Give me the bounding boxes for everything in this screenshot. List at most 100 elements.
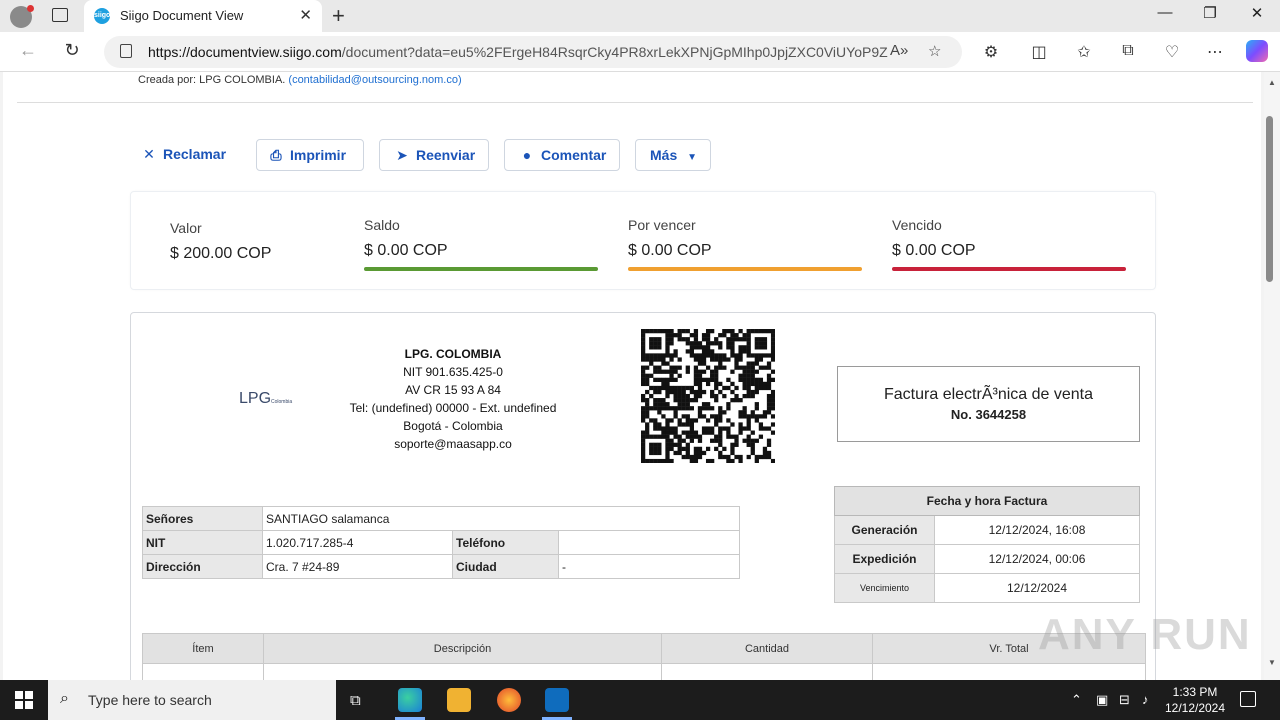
saldo-bar: [364, 267, 598, 271]
performance-icon[interactable]: ♡: [1161, 42, 1183, 62]
document-page: Creada por: LPG COLOMBIA. (contabilidad@…: [3, 72, 1261, 680]
tab-title: Siigo Document View: [120, 8, 244, 23]
reenviar-button[interactable]: ➤ Reenviar: [379, 139, 489, 171]
table-row: Generación 12/12/2024, 16:08: [834, 515, 1140, 545]
task-view-icon[interactable]: ⧉: [350, 692, 361, 709]
close-window-icon[interactable]: ✕: [1247, 4, 1267, 22]
taskbar-clock[interactable]: 1:33 PM 12/12/2024: [1160, 684, 1230, 716]
file-explorer-icon[interactable]: [447, 688, 471, 712]
vencimiento-label: Vencimiento: [834, 573, 935, 603]
send-icon: ➤: [396, 147, 408, 163]
tab-close-icon[interactable]: ✕: [299, 6, 312, 24]
company-name: LPG. COLOMBIA: [404, 347, 502, 361]
show-hidden-icons-icon[interactable]: ⌃: [1071, 692, 1082, 708]
read-aloud-icon[interactable]: A»: [890, 42, 908, 59]
maximize-icon[interactable]: ❐: [1200, 4, 1220, 22]
extensions-icon[interactable]: ⚙: [980, 42, 1002, 62]
outlook-icon[interactable]: [545, 688, 569, 712]
telefono-value: [558, 530, 740, 555]
por-vencer-label: Por vencer: [628, 217, 696, 233]
lock-icon[interactable]: [120, 44, 132, 58]
windows-taskbar: ⌕ Type here to search ⧉ ⌃ ▣ ⊟ ♪ 1:33 PM …: [0, 680, 1280, 720]
imprimir-button[interactable]: ⎙ Imprimir: [256, 139, 364, 171]
back-icon[interactable]: ←: [16, 40, 40, 61]
senores-value: SANTIAGO salamanca: [262, 506, 740, 531]
minimize-icon[interactable]: —: [1155, 4, 1175, 21]
more-menu-icon[interactable]: ⋯: [1204, 42, 1226, 62]
nit-value: 1.020.717.285-4: [262, 530, 453, 555]
direccion-label: Dirección: [142, 554, 263, 579]
split-screen-icon[interactable]: ◫: [1028, 42, 1050, 62]
url-text[interactable]: https://documentview.siigo.com/document?…: [148, 44, 888, 60]
qr-code: [641, 329, 775, 463]
favorite-star-icon[interactable]: ☆: [928, 42, 941, 60]
vencimiento-value: 12/12/2024: [934, 573, 1140, 603]
new-tab-icon[interactable]: +: [332, 3, 345, 29]
volume-icon[interactable]: ♪: [1142, 692, 1149, 707]
favorites-icon[interactable]: ✩: [1073, 42, 1095, 62]
scroll-up-icon[interactable]: ▲: [1264, 78, 1280, 87]
table-row: Expedición 12/12/2024, 00:06: [834, 544, 1140, 574]
clock-date: 12/12/2024: [1164, 701, 1226, 715]
por-vencer-bar: [628, 267, 862, 271]
mas-dropdown-button[interactable]: Más ▼: [635, 139, 711, 171]
por-vencer-amount: $ 0.00 COP: [628, 242, 712, 259]
tab-actions-icon[interactable]: [52, 8, 68, 22]
table-row: [142, 663, 1146, 680]
comentar-button[interactable]: ● Comentar: [504, 139, 620, 171]
reclamar-button[interactable]: ✕ Reclamar: [141, 139, 235, 171]
ciudad-value: -: [558, 554, 740, 579]
telefono-label: Teléfono: [452, 530, 559, 555]
ciudad-label: Ciudad: [452, 554, 559, 579]
browser-tab[interactable]: siigo Siigo Document View ✕: [84, 0, 322, 32]
item-column-header: Ítem: [142, 633, 264, 664]
windows-start-icon[interactable]: [15, 691, 33, 709]
chevron-down-icon: ▼: [687, 152, 698, 163]
refresh-icon[interactable]: ↻: [60, 40, 84, 61]
navigation-bar: ← ↻ https://documentview.siigo.com/docum…: [0, 32, 1280, 72]
document-type-box: Factura electrÃ³nica de venta No. 364425…: [837, 366, 1140, 442]
anyrun-watermark: ANY RUN: [1038, 610, 1252, 659]
scrollbar-thumb[interactable]: [1266, 116, 1273, 282]
siigo-favicon-icon: siigo: [94, 8, 110, 24]
company-logo: LPGColombia: [239, 390, 293, 407]
expedicion-value: 12/12/2024, 00:06: [934, 544, 1140, 574]
table-row: Vencimiento 12/12/2024: [834, 573, 1140, 603]
scroll-down-icon[interactable]: ▼: [1264, 658, 1280, 667]
notifications-icon[interactable]: [1240, 691, 1256, 707]
generacion-value: 12/12/2024, 16:08: [934, 515, 1140, 545]
summary-card: Valor $ 200.00 COP Saldo $ 0.00 COP Por …: [130, 191, 1156, 290]
device-icon[interactable]: ▣: [1096, 692, 1108, 708]
created-by-text: Creada por: LPG COLOMBIA. (contabilidad@…: [138, 74, 462, 86]
quantity-column-header: Cantidad: [661, 633, 873, 664]
firefox-icon[interactable]: [497, 688, 521, 712]
edge-taskbar-icon[interactable]: [398, 688, 422, 712]
browser-title-bar: siigo Siigo Document View ✕ + — ❐ ✕: [0, 0, 1280, 32]
table-row: Dirección Cra. 7 #24-89 Ciudad -: [142, 554, 740, 579]
nit-label: NIT: [142, 530, 263, 555]
profile-avatar-icon[interactable]: [10, 5, 34, 28]
address-bar[interactable]: https://documentview.siigo.com/document?…: [104, 36, 962, 68]
vencido-bar: [892, 267, 1126, 271]
divider: [17, 102, 1253, 103]
network-icon[interactable]: ⊟: [1119, 692, 1130, 708]
table-row: NIT 1.020.717.285-4 Teléfono: [142, 530, 740, 555]
created-by-email[interactable]: (contabilidad@outsourcing.nom.co): [288, 74, 461, 86]
description-column-header: Descripción: [263, 633, 662, 664]
document-number: No. 3644258: [950, 407, 1027, 422]
invoice-document: LPGColombia LPG. COLOMBIA NIT 901.635.42…: [130, 312, 1156, 680]
company-phone: Tel: (undefined) 00000 - Ext. undefined: [349, 401, 557, 415]
items-table: Ítem Descripción Cantidad Vr. Total: [142, 633, 1146, 680]
valor-amount: $ 200.00 COP: [170, 245, 272, 262]
company-nit: NIT 901.635.425-0: [403, 365, 503, 379]
close-icon: ✕: [143, 146, 155, 162]
collections-icon[interactable]: ⧉: [1117, 42, 1139, 60]
clock-time: 1:33 PM: [1172, 685, 1218, 699]
copilot-icon[interactable]: [1246, 40, 1268, 62]
document-type: Factura electrÃ³nica de venta: [884, 386, 1093, 403]
vencido-amount: $ 0.00 COP: [892, 242, 976, 259]
direccion-value: Cra. 7 #24-89: [262, 554, 453, 579]
comment-icon: ●: [522, 147, 532, 163]
vencido-label: Vencido: [892, 217, 942, 233]
taskbar-search[interactable]: ⌕ Type here to search: [48, 680, 336, 720]
